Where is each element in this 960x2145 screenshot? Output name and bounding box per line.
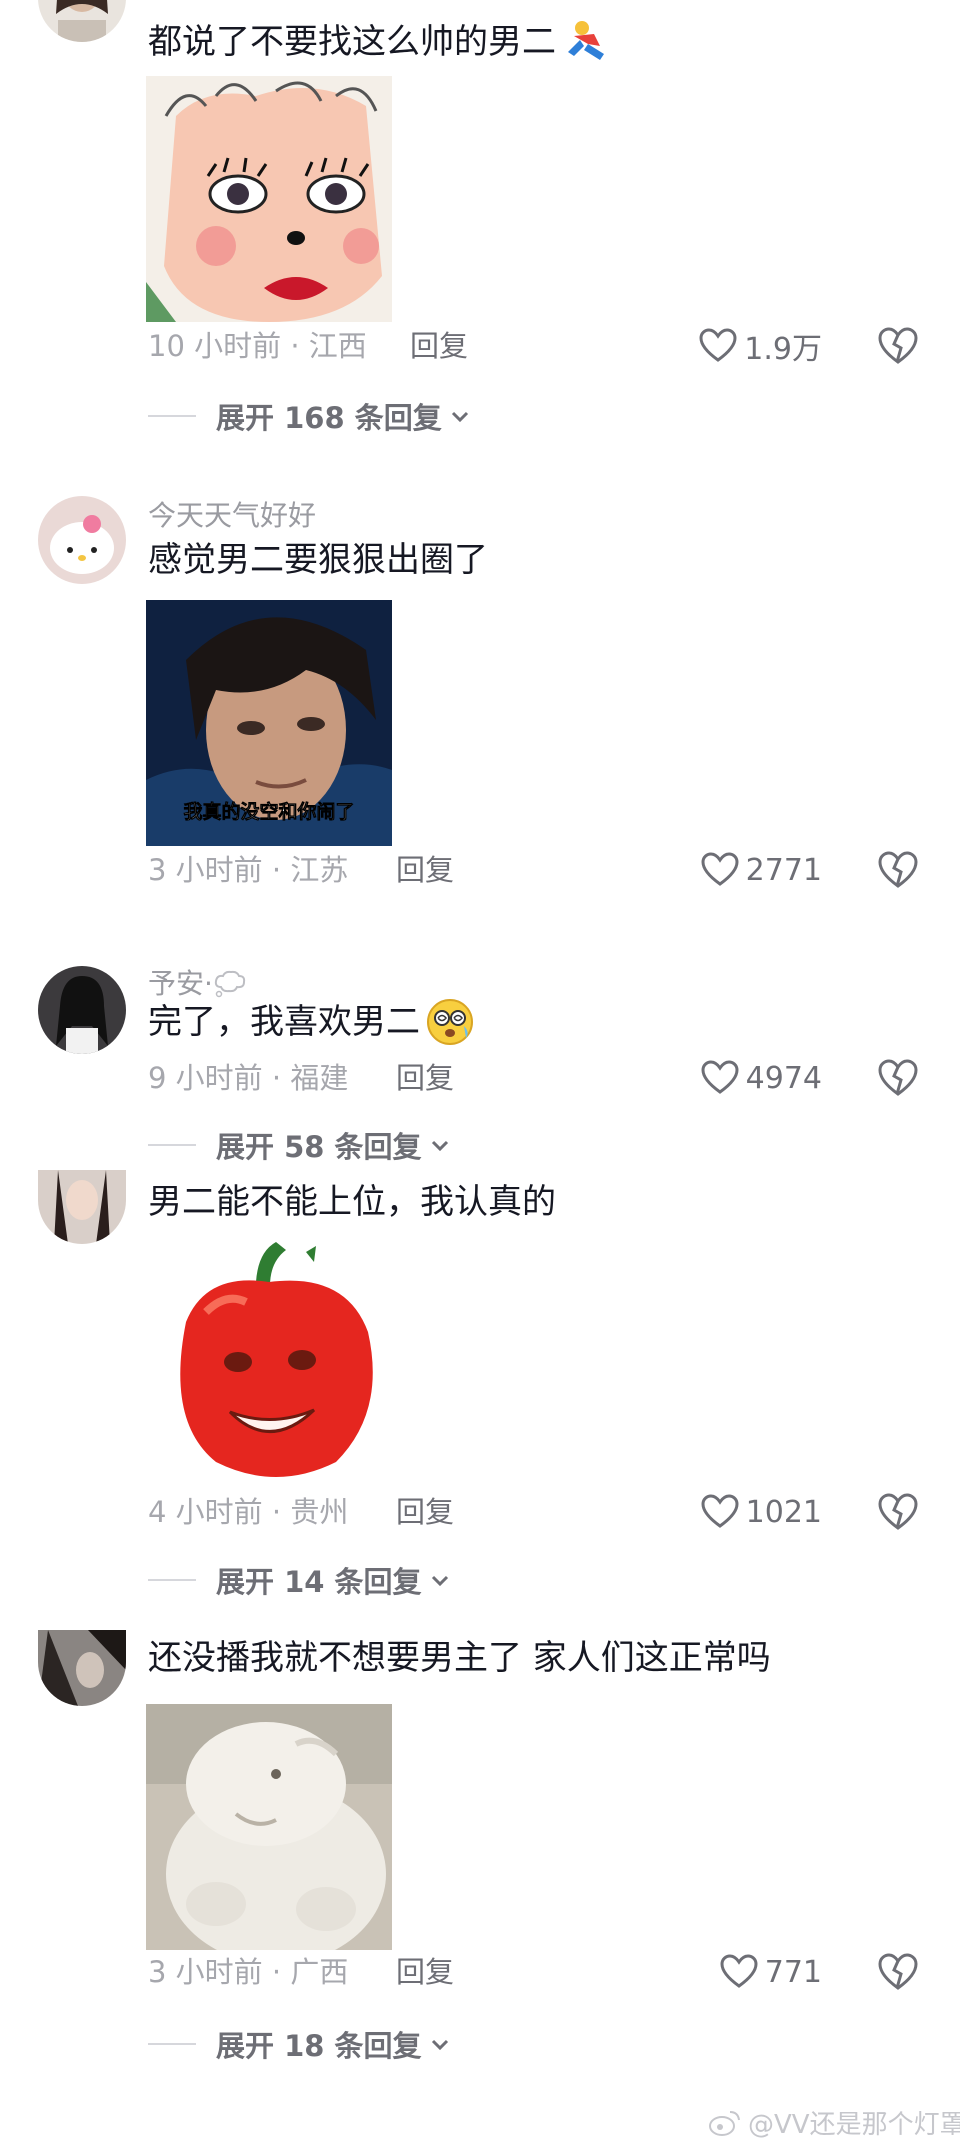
divider	[148, 415, 196, 417]
like-button[interactable]: 1021	[700, 1490, 822, 1534]
like-count: 2771	[745, 852, 822, 888]
reply-button[interactable]: 回复	[410, 326, 468, 366]
thought-bubble-icon	[214, 970, 246, 998]
weibo-logo-icon	[709, 2110, 740, 2136]
time-location: 9 小时前 · 福建	[148, 1061, 349, 1095]
running-man-emoji-icon	[568, 21, 604, 60]
fluffy-animal-sticker[interactable]	[146, 1704, 392, 1950]
reply-button[interactable]: 回复	[396, 1952, 454, 1992]
reply-button[interactable]: 回复	[396, 850, 454, 890]
avatar[interactable]	[38, 0, 126, 42]
comment-text: 都说了不要找这么帅的男二	[148, 16, 612, 68]
divider	[148, 1579, 196, 1581]
comment-text: 还没播我就不想要男主了 家人们这正常吗	[148, 1638, 771, 1678]
heart-icon	[701, 852, 739, 886]
time-location: 10 小时前 · 江西	[148, 329, 367, 363]
comment-text: 完了，我喜欢男二	[148, 996, 476, 1048]
expand-replies-button[interactable]: 展开 18 条回复	[148, 2024, 452, 2064]
broken-heart-icon	[878, 1493, 918, 1530]
dislike-button[interactable]	[876, 848, 920, 892]
divider	[148, 1144, 196, 1146]
avatar[interactable]	[38, 1630, 126, 1706]
avatar[interactable]	[38, 1170, 126, 1244]
avatar[interactable]	[38, 496, 126, 584]
broken-heart-icon	[878, 1059, 918, 1096]
broken-heart-icon	[878, 851, 918, 888]
chevron-down-icon	[451, 411, 468, 423]
sticker-caption: 我真的没空和你闹了	[183, 800, 354, 823]
like-button[interactable]: 4974	[700, 1056, 822, 1100]
heart-icon	[701, 1060, 739, 1094]
reply-button[interactable]: 回复	[396, 1492, 454, 1532]
broken-heart-icon	[878, 327, 918, 364]
avatar[interactable]	[38, 966, 126, 1054]
chevron-down-icon	[431, 1140, 448, 1152]
dislike-button[interactable]	[876, 1950, 920, 1994]
reply-button[interactable]: 回复	[396, 1058, 454, 1098]
dislike-button[interactable]	[876, 324, 920, 368]
time-location: 4 小时前 · 贵州	[148, 1495, 349, 1529]
like-button[interactable]: 1.9万	[698, 324, 822, 368]
divider	[148, 2043, 196, 2045]
expand-replies-button[interactable]: 展开 14 条回复	[148, 1560, 452, 1600]
dizzy-face-emoji-icon	[427, 999, 473, 1045]
tomato-face-sticker[interactable]	[146, 1242, 392, 1488]
dislike-button[interactable]	[876, 1490, 920, 1534]
like-count: 771	[764, 1954, 822, 1990]
man-face-sticker[interactable]: 我真的没空和你闹了	[146, 600, 392, 846]
expand-replies-button[interactable]: 展开 168 条回复	[148, 396, 472, 436]
expand-replies-button[interactable]: 展开 58 条回复	[148, 1125, 452, 1165]
like-button[interactable]: 2771	[700, 848, 822, 892]
chevron-down-icon	[431, 1575, 448, 1587]
time-location: 3 小时前 · 广西	[148, 1955, 349, 1989]
like-count: 1021	[745, 1494, 822, 1530]
broken-heart-icon	[878, 1953, 918, 1990]
like-count: 4974	[745, 1060, 822, 1096]
cartoon-face-sticker[interactable]	[146, 76, 392, 322]
comment-text: 感觉男二要狠狠出圈了	[148, 540, 488, 580]
like-button[interactable]: 771	[719, 1950, 822, 1994]
comment-text: 男二能不能上位，我认真的	[148, 1182, 556, 1222]
heart-icon	[701, 1494, 739, 1528]
heart-icon	[720, 1954, 758, 1988]
time-location: 3 小时前 · 江苏	[148, 853, 349, 887]
heart-icon	[699, 328, 737, 362]
like-count: 1.9万	[744, 332, 822, 367]
username[interactable]: 今天天气好好	[148, 498, 316, 534]
dislike-button[interactable]	[876, 1056, 920, 1100]
watermark: @VV还是那个灯罩	[708, 2104, 960, 2141]
chevron-down-icon	[431, 2039, 448, 2051]
